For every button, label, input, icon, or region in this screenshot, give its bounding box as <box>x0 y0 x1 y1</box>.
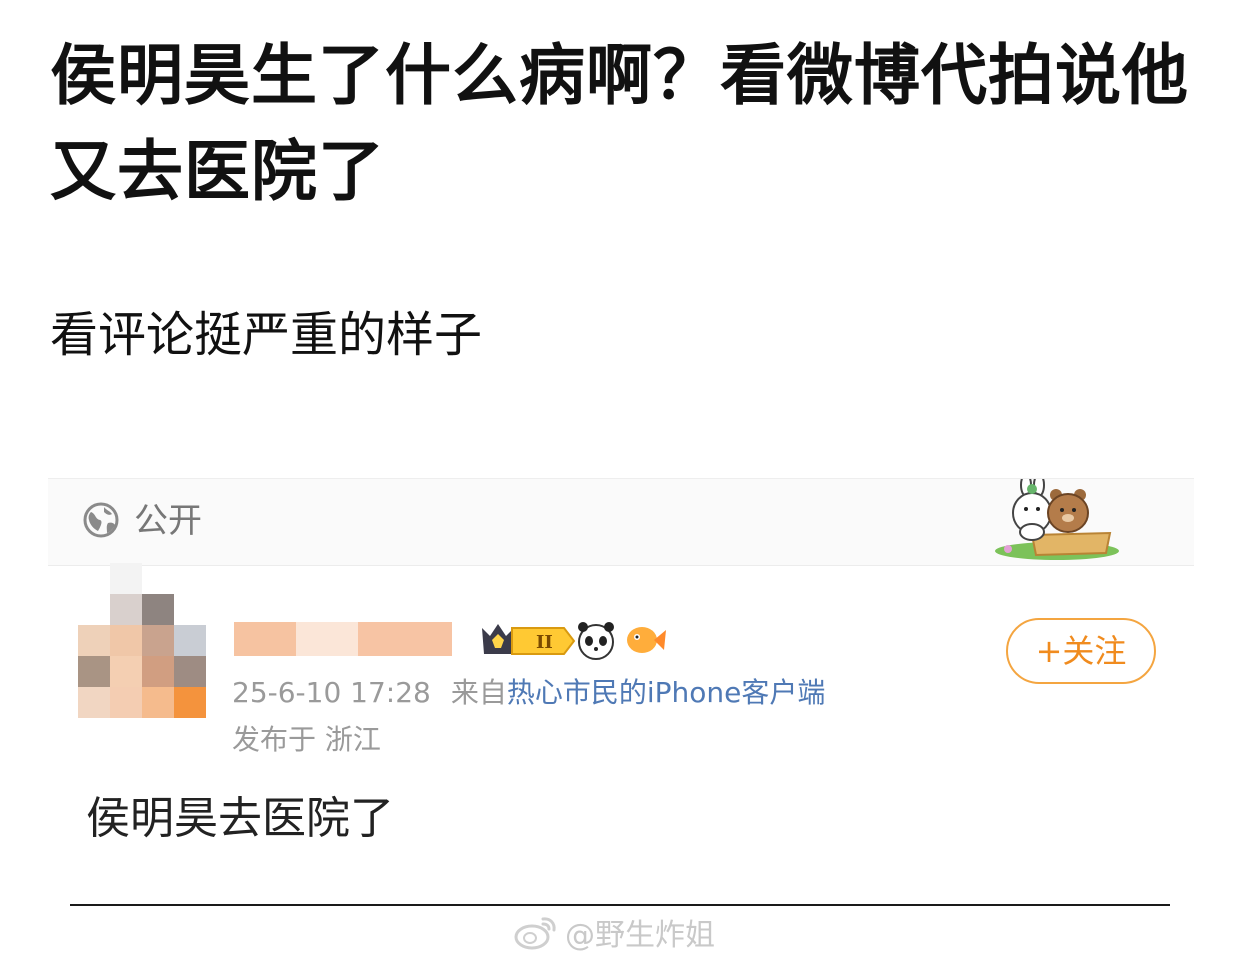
panda-badge-icon <box>578 622 614 660</box>
globe-icon <box>83 502 119 538</box>
author-name-redacted[interactable] <box>234 622 452 656</box>
svg-text:II: II <box>536 632 553 653</box>
post-body: 看评论挺严重的样子 <box>50 307 483 363</box>
post-timestamp: 25-6-10 17:28 <box>232 676 431 709</box>
card-bottom-divider <box>70 904 1170 906</box>
weibo-content: 侯明昊去医院了 <box>86 793 394 844</box>
crown-level-II-badge-icon: II <box>482 624 576 655</box>
watermark-text: @野生炸姐 <box>565 918 715 953</box>
fish-badge-icon <box>627 627 666 653</box>
watermark: @野生炸姐 <box>513 908 715 956</box>
post-location: 发布于 浙江 <box>232 723 381 756</box>
visibility-label: 公开 <box>134 501 202 541</box>
author-avatar[interactable] <box>78 563 206 719</box>
source-prefix: 来自 <box>450 676 507 709</box>
rabbit-bear-sticker-icon <box>995 479 1119 560</box>
visibility-row: 公开 <box>48 479 1194 566</box>
follow-button[interactable]: +关注 <box>1006 618 1156 684</box>
author-badges: II <box>482 622 666 660</box>
post-title: 侯明昊生了什么病啊？看微博代拍说他又去医院了 <box>50 37 1189 210</box>
source-link[interactable]: 热心市民的iPhone客户端 <box>507 676 826 709</box>
weibo-logo-icon <box>514 917 556 950</box>
embedded-weibo-card: 公开 II +关注 25-6-10 17:28 来自热心市民的iPhone客户端… <box>48 478 1194 960</box>
post-meta: 25-6-10 17:28 来自热心市民的iPhone客户端 <box>232 673 825 713</box>
